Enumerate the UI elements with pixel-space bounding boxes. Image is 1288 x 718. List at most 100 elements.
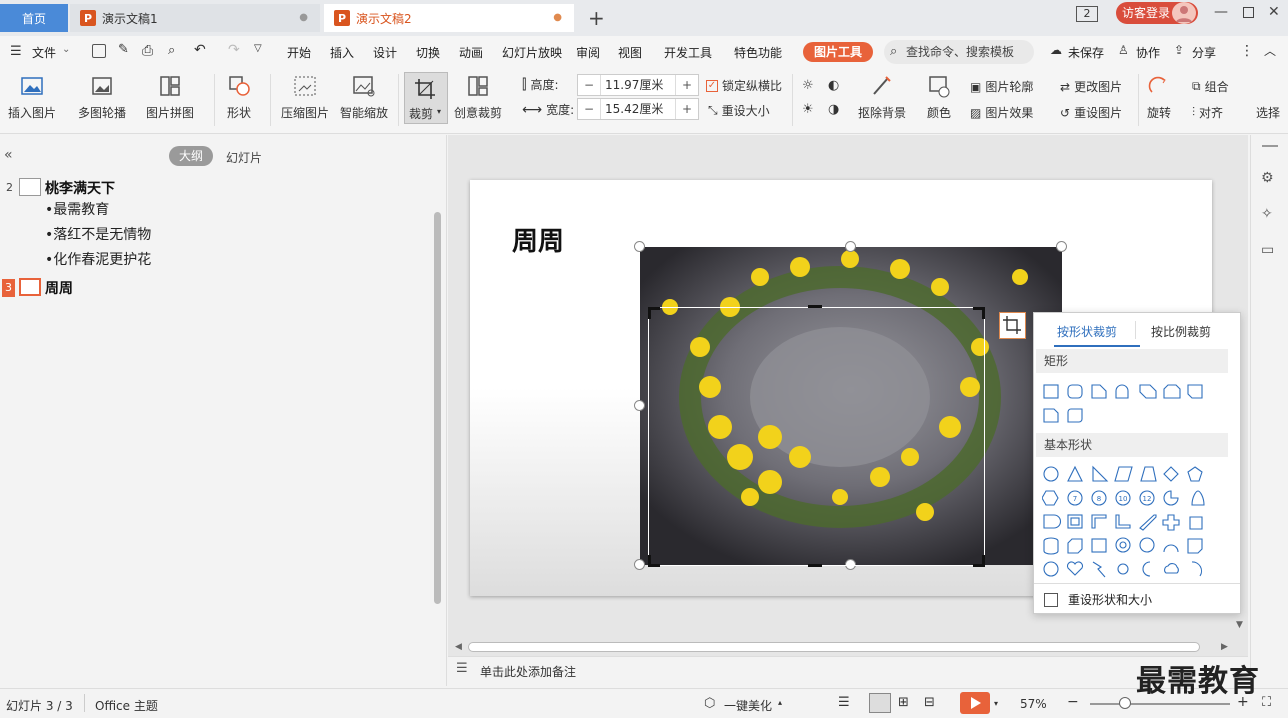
smart-zoom-button[interactable]: 智能缩放 — [340, 74, 388, 121]
share-button[interactable]: 分享 — [1192, 44, 1216, 61]
reset-shape-size-button[interactable]: 重设形状和大小 — [1044, 591, 1152, 608]
play-slideshow-button[interactable] — [960, 692, 990, 714]
resize-handle[interactable] — [634, 400, 645, 411]
chevron-up-icon[interactable]: ▴ — [778, 698, 782, 707]
search-input[interactable]: ⌕ 查找命令、搜索模板 — [884, 40, 1034, 64]
fit-window-icon[interactable]: ⛶ — [1262, 695, 1271, 710]
compress-button[interactable]: 压缩图片 — [281, 74, 329, 121]
tab-crop-by-ratio[interactable]: 按比例裁剪 — [1151, 323, 1211, 340]
remove-bg-button[interactable]: 抠除背景 — [858, 74, 906, 121]
slide-title[interactable]: 周周 — [512, 221, 564, 258]
menu-animation[interactable]: 动画 — [459, 44, 483, 61]
tab-home[interactable]: 首页 — [0, 4, 68, 32]
crop-corner-handle[interactable] — [973, 555, 985, 567]
chevron-down-icon[interactable]: ▾ — [994, 699, 998, 708]
close-icon[interactable]: ✕ — [1268, 4, 1280, 20]
resize-handle[interactable] — [845, 241, 856, 252]
zoom-level[interactable]: 57% — [1020, 697, 1047, 711]
group-button[interactable]: ⧉ 组合 — [1192, 78, 1229, 95]
comment-icon[interactable]: ▭ — [1261, 242, 1274, 258]
outline-bullet[interactable]: •化作春泥更护花 — [45, 249, 151, 269]
format-painter-icon[interactable]: ✎ — [118, 42, 129, 57]
contrast-down-icon[interactable]: ◑ — [828, 102, 839, 117]
reset-pic-button[interactable]: ↺ 重设图片 — [1060, 104, 1122, 121]
height-plus-button[interactable]: + — [676, 78, 698, 92]
crop-button[interactable]: 裁剪 ▾ — [404, 72, 448, 124]
width-stepper[interactable]: − 15.42厘米 + — [577, 98, 699, 120]
tab-outline[interactable]: 大纲 — [169, 146, 213, 166]
crop-edge-handle[interactable] — [808, 564, 822, 567]
width-plus-button[interactable]: + — [676, 102, 698, 116]
beautify-button[interactable]: 一键美化 — [724, 697, 772, 714]
crop-corner-handle[interactable] — [648, 307, 660, 319]
tab-crop-by-shape[interactable]: 按形状裁剪 — [1057, 323, 1117, 340]
window-count-badge[interactable]: 2 — [1076, 6, 1098, 22]
height-value[interactable]: 11.97厘米 — [600, 75, 676, 95]
tab-picture-tools[interactable]: 图片工具 — [803, 42, 873, 62]
redo-icon[interactable]: ↷ — [228, 42, 240, 58]
rotate-button[interactable]: 旋转 — [1146, 74, 1172, 121]
menu-file[interactable]: 文件 — [32, 44, 56, 61]
pin-icon[interactable]: ✧ — [1261, 206, 1273, 222]
notes-placeholder[interactable]: 单击此处添加备注 — [480, 663, 576, 680]
pic-effect-button[interactable]: ▨ 图片效果 — [970, 104, 1033, 121]
minimize-icon[interactable]: — — [1214, 4, 1228, 20]
height-minus-button[interactable]: − — [578, 78, 600, 92]
pic-outline-button[interactable]: ▣ 图片轮廓 — [970, 78, 1033, 95]
theme-name[interactable]: Office 主题 — [95, 697, 158, 714]
tab-modified-dot-icon[interactable]: ● — [553, 12, 562, 23]
menu-developer[interactable]: 开发工具 — [664, 44, 712, 61]
crop-frame[interactable] — [648, 307, 985, 566]
multi-outline-button[interactable]: 多图轮播 — [78, 74, 126, 121]
shape-button[interactable]: 形状 — [226, 74, 252, 121]
width-value[interactable]: 15.42厘米 — [600, 99, 676, 119]
maximize-icon[interactable] — [1243, 7, 1254, 18]
avatar[interactable] — [1172, 2, 1196, 24]
align-lines-icon[interactable]: ☰ — [838, 695, 850, 710]
collab-button[interactable]: 协作 — [1136, 44, 1160, 61]
outline-scrollbar[interactable] — [434, 212, 441, 604]
outline-bullet[interactable]: •落红不是无情物 — [45, 224, 151, 244]
zoom-slider-track[interactable] — [1090, 703, 1230, 705]
more-icon[interactable]: ⋮ — [1240, 43, 1254, 59]
menu-transition[interactable]: 切换 — [416, 44, 440, 61]
save-icon[interactable] — [92, 44, 106, 58]
zoom-out-icon[interactable]: − — [1067, 694, 1079, 710]
collapse-panel-icon[interactable]: « — [4, 147, 13, 163]
select-button[interactable]: 选择 — [1256, 104, 1280, 121]
outline-slide-title[interactable]: 桃李满天下 — [45, 178, 115, 198]
drag-handle[interactable] — [1262, 145, 1278, 147]
slide-thumb-icon[interactable] — [19, 178, 41, 196]
resize-handle[interactable] — [1056, 241, 1067, 252]
crop-corner-handle[interactable] — [648, 555, 660, 567]
scroll-left-icon[interactable]: ◀ — [455, 642, 462, 652]
insert-picture-button[interactable]: 插入图片 — [8, 74, 56, 121]
menu-view[interactable]: 视图 — [618, 44, 642, 61]
brightness-down-icon[interactable]: ☀ — [802, 102, 814, 117]
crop-float-button[interactable] — [999, 312, 1026, 339]
crop-edge-handle[interactable] — [808, 305, 822, 308]
reading-view-icon[interactable]: ⊟ — [924, 695, 935, 710]
tab-doc2[interactable]: P 演示文稿2 ● — [324, 4, 574, 32]
horizontal-scrollbar[interactable] — [468, 642, 1200, 652]
sorter-view-icon[interactable]: ⊞ — [898, 695, 909, 710]
change-pic-button[interactable]: ⇄ 更改图片 — [1060, 78, 1122, 95]
menu-features[interactable]: 特色功能 — [734, 44, 782, 61]
tab-doc1[interactable]: P 演示文稿1 ● — [70, 4, 320, 32]
reset-size-button[interactable]: ⤡ 重设大小 — [708, 102, 770, 119]
hamburger-icon[interactable]: ☰ — [10, 44, 22, 59]
align-button[interactable]: ⫶ 对齐 — [1192, 104, 1223, 121]
zoom-slider-thumb[interactable] — [1119, 697, 1131, 709]
menu-slideshow[interactable]: 幻灯片放映 — [502, 44, 562, 61]
crop-corner-handle[interactable] — [973, 307, 985, 319]
resize-handle[interactable] — [634, 241, 645, 252]
menu-review[interactable]: 审阅 — [576, 44, 600, 61]
outline-slide-title[interactable]: 周周 — [45, 278, 73, 298]
tab-close-dot-icon[interactable]: ● — [299, 12, 308, 23]
tab-slides[interactable]: 幻灯片 — [226, 149, 262, 166]
contrast-up-icon[interactable]: ◐ — [828, 78, 839, 93]
normal-view-icon[interactable] — [869, 693, 891, 713]
properties-icon[interactable]: ⚙ — [1261, 170, 1274, 186]
scroll-down-icon[interactable]: ▼ — [1236, 620, 1243, 630]
scroll-right-icon[interactable]: ▶ — [1221, 642, 1228, 652]
